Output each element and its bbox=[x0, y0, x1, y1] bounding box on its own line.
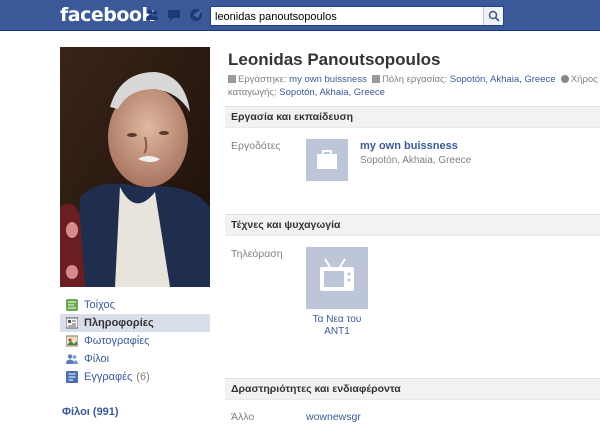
wall-icon bbox=[66, 299, 78, 311]
profile-info-summary: Εργάστηκε: my own buissness Πόλη εργασία… bbox=[228, 73, 598, 99]
photos-icon bbox=[66, 335, 78, 347]
origin-label: καταγωγής: bbox=[228, 87, 277, 98]
tv-label: Τηλεόραση bbox=[231, 248, 283, 260]
sidebar-item-notes[interactable]: Εγγραφές (6) bbox=[60, 368, 210, 386]
sidebar-item-label: Πληροφορίες bbox=[84, 317, 154, 329]
sidebar-item-label: Φίλοι bbox=[84, 353, 110, 365]
employer-tile[interactable] bbox=[306, 139, 348, 181]
notes-icon bbox=[66, 371, 78, 383]
city-link[interactable]: Sopotón, Akhaia, Greece bbox=[450, 74, 556, 85]
sidebar-item-friends[interactable]: Φίλοι bbox=[60, 350, 210, 368]
info-icon bbox=[66, 317, 78, 329]
facebook-logo[interactable]: facebook bbox=[60, 4, 154, 26]
origin-link[interactable]: Sopotón, Akhaia, Greece bbox=[279, 87, 385, 98]
search-input[interactable] bbox=[215, 10, 481, 24]
sidebar-item-info[interactable]: Πληροφορίες bbox=[60, 314, 210, 332]
profile-name: Leonidas Panoutsopoulos bbox=[228, 50, 441, 69]
search-button[interactable] bbox=[483, 7, 503, 25]
other-label: Άλλο bbox=[231, 411, 255, 423]
sidebar-item-label: Εγγραφές bbox=[84, 371, 133, 383]
notes-count: (6) bbox=[136, 371, 150, 383]
sidebar-item-wall[interactable]: Τοίχος bbox=[60, 296, 210, 314]
section-header-arts: Τέχνες και ψυχαγωγία bbox=[225, 214, 600, 236]
sidebar-item-photos[interactable]: Φωτογραφίες bbox=[60, 332, 210, 350]
other-interest-link[interactable]: wownewsgr bbox=[306, 411, 361, 423]
tv-show-line1: Τα Νεα του bbox=[312, 314, 362, 325]
section-header-work: Εργασία και εκπαίδευση bbox=[225, 106, 600, 128]
notifications-icon[interactable] bbox=[189, 8, 203, 22]
profile-picture[interactable] bbox=[60, 47, 210, 287]
tv-show-tile[interactable] bbox=[306, 247, 368, 309]
relationship-status: Χήρος bbox=[570, 74, 598, 85]
section-header-activities: Δραστηριότητες και ενδιαφέροντα bbox=[225, 378, 600, 400]
tv-show-line2: ANT1 bbox=[324, 326, 350, 337]
briefcase-icon bbox=[228, 75, 236, 83]
heart-icon bbox=[560, 75, 569, 83]
tv-show-link[interactable]: Τα Νεα του ANT1 bbox=[297, 314, 377, 338]
works-label: Εργάστηκε: bbox=[238, 74, 287, 85]
search-icon bbox=[488, 10, 500, 22]
search-box bbox=[210, 6, 504, 26]
top-bar: facebook bbox=[0, 0, 600, 31]
friend-requests-icon[interactable] bbox=[145, 8, 159, 22]
works-link[interactable]: my own buissness bbox=[289, 74, 367, 85]
city-label: Πόλη εργασίας: bbox=[382, 74, 448, 85]
employers-label: Εργοδότες bbox=[231, 140, 281, 152]
building-icon bbox=[372, 75, 381, 83]
television-icon bbox=[320, 258, 354, 291]
friends-icon bbox=[66, 354, 78, 364]
profile-nav: Τοίχος Πληροφορίες Φωτογραφίες Φίλοι Εγγ… bbox=[60, 296, 210, 386]
friends-count-link[interactable]: Φίλοι (991) bbox=[62, 406, 119, 418]
sidebar-item-label: Φωτογραφίες bbox=[84, 335, 150, 347]
sidebar-item-label: Τοίχος bbox=[84, 299, 115, 311]
briefcase-icon bbox=[317, 150, 337, 169]
employer-location: Sopotón, Akhaia, Greece bbox=[360, 155, 472, 166]
employer-name-link[interactable]: my own buissness bbox=[360, 140, 458, 152]
messages-icon[interactable] bbox=[167, 8, 181, 22]
